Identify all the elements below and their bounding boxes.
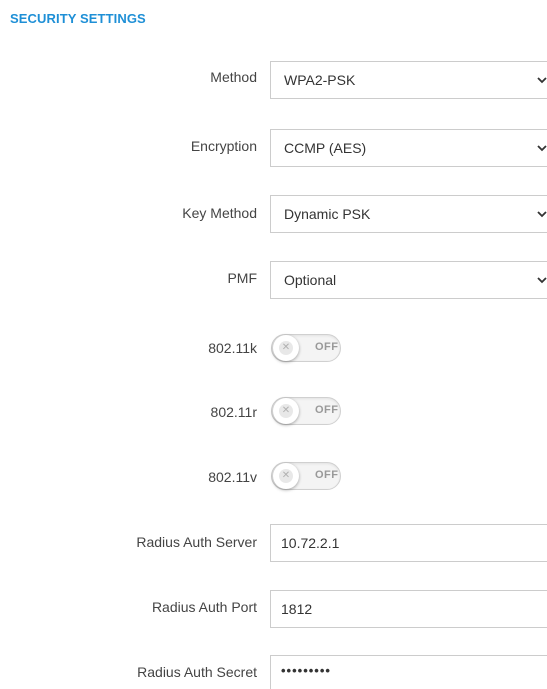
- toggle-knob: ✕: [273, 463, 299, 489]
- pmf-select-value: Optional: [284, 272, 337, 288]
- 802-11v-toggle[interactable]: ✕ OFF: [271, 462, 341, 490]
- toggle-knob: ✕: [273, 398, 299, 424]
- method-select[interactable]: WPA2-PSK: [270, 61, 547, 99]
- 802-11k-label: 802.11k: [208, 340, 257, 356]
- key-method-select[interactable]: Dynamic PSK: [270, 195, 547, 233]
- method-select-value: WPA2-PSK: [284, 72, 356, 88]
- 802-11r-toggle[interactable]: ✕ OFF: [271, 397, 341, 425]
- chevron-down-icon: [537, 211, 547, 218]
- chevron-down-icon: [537, 277, 547, 284]
- radius-auth-server-label: Radius Auth Server: [136, 534, 257, 550]
- encryption-label: Encryption: [190, 138, 257, 154]
- x-icon: ✕: [279, 469, 293, 483]
- key-method-select-value: Dynamic PSK: [284, 206, 371, 222]
- key-method-label: Key Method: [182, 205, 257, 221]
- chevron-down-icon: [537, 145, 547, 152]
- x-icon: ✕: [279, 404, 293, 418]
- radius-auth-port-value: 1812: [281, 601, 313, 617]
- section-title: SECURITY SETTINGS: [10, 11, 146, 26]
- toggle-state-text: OFF: [315, 341, 339, 353]
- radius-auth-server-value: 10.72.2.1: [281, 535, 340, 551]
- pmf-select[interactable]: Optional: [270, 261, 547, 299]
- 802-11v-label: 802.11v: [208, 469, 257, 485]
- 802-11k-toggle[interactable]: ✕ OFF: [271, 334, 341, 362]
- encryption-select[interactable]: CCMP (AES): [270, 129, 547, 167]
- toggle-state-text: OFF: [315, 469, 339, 481]
- radius-auth-secret-value: •••••••••: [281, 663, 331, 678]
- radius-auth-server-input[interactable]: 10.72.2.1: [270, 524, 547, 562]
- method-label: Method: [210, 69, 257, 85]
- encryption-select-value: CCMP (AES): [284, 140, 367, 156]
- toggle-state-text: OFF: [315, 404, 339, 416]
- security-settings-panel: SECURITY SETTINGS Method WPA2-PSK Encryp…: [0, 0, 547, 689]
- radius-auth-secret-input[interactable]: •••••••••: [270, 655, 547, 689]
- x-icon: ✕: [279, 341, 293, 355]
- 802-11r-label: 802.11r: [210, 404, 257, 420]
- toggle-knob: ✕: [273, 335, 299, 361]
- radius-auth-port-input[interactable]: 1812: [270, 590, 547, 628]
- chevron-down-icon: [537, 77, 547, 84]
- radius-auth-port-label: Radius Auth Port: [151, 599, 257, 615]
- radius-auth-secret-label: Radius Auth Secret: [137, 664, 257, 680]
- pmf-label: PMF: [227, 270, 257, 286]
